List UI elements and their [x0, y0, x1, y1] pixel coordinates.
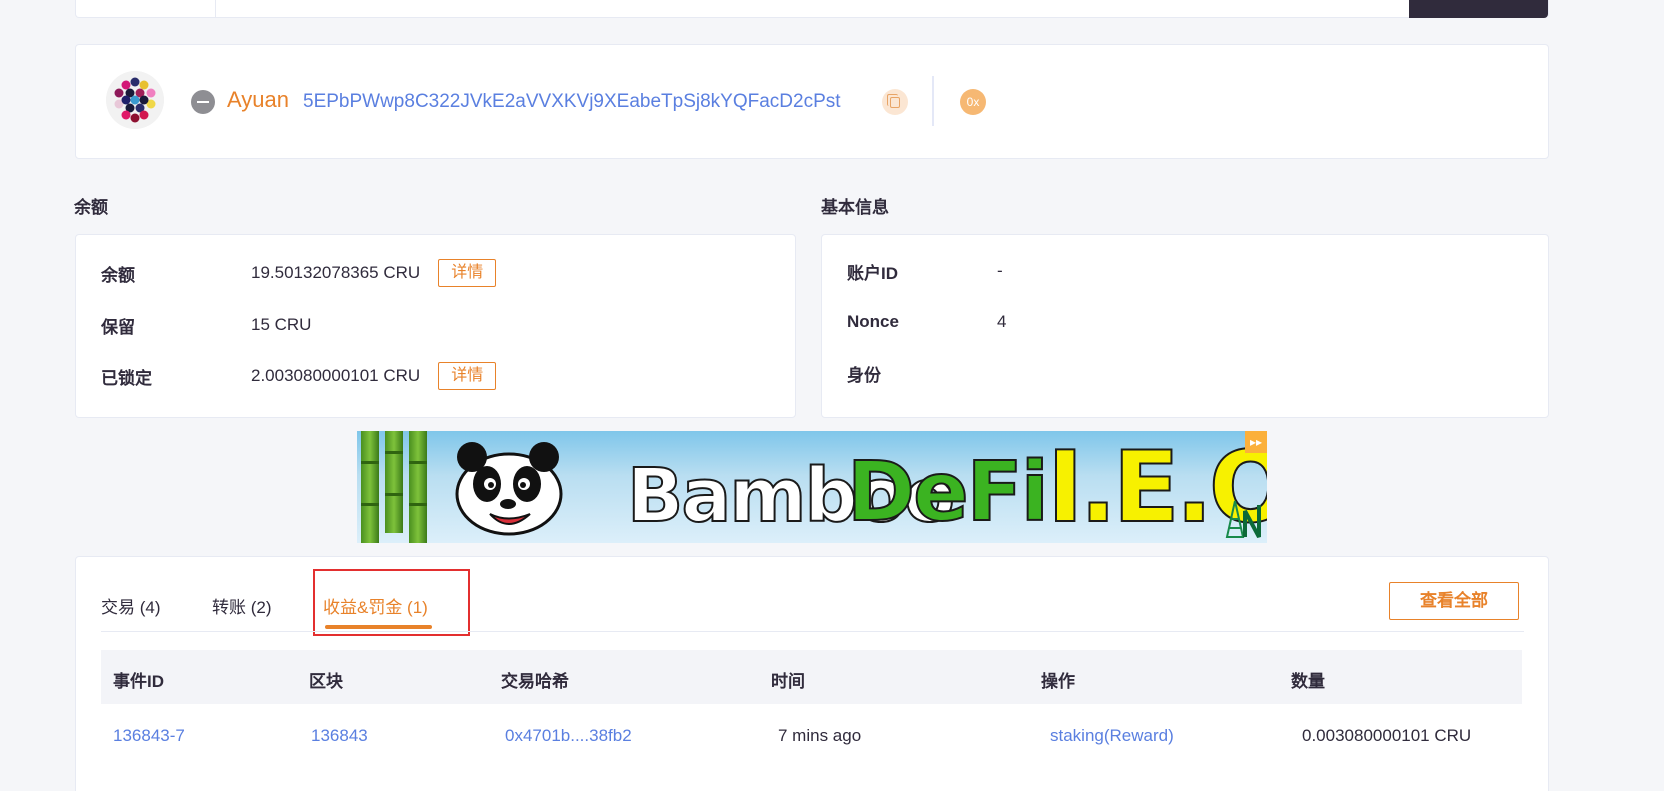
- activity-card: 交易 (4) 转账 (2) 收益&罚金 (1) 查看全部 事件ID 区块 交易哈…: [75, 556, 1549, 791]
- info-row-account-id: 账户ID -: [847, 256, 1003, 286]
- banner-brand-logo-icon: [1225, 500, 1261, 538]
- view-all-button[interactable]: 查看全部: [1389, 582, 1519, 620]
- tx-hash-link[interactable]: 0x4701b....38fb2: [505, 726, 632, 746]
- locked-label: 已锁定: [101, 368, 152, 388]
- tab-transfers[interactable]: 转账 (2): [212, 593, 272, 618]
- bamboo-stalk-decoration: [385, 431, 403, 533]
- info-row-identity: 身份: [847, 358, 997, 388]
- tab-highlight-box: [313, 569, 470, 636]
- locked-detail-button[interactable]: 详情: [438, 362, 497, 390]
- balance-label: 余额: [101, 265, 135, 285]
- balance-row-locked: 已锁定 2.003080000101 CRU 详情: [101, 361, 497, 391]
- copy-address-icon[interactable]: [882, 89, 908, 115]
- column-header-event-id: 事件ID: [113, 672, 164, 691]
- account-id-value: -: [997, 261, 1003, 280]
- balance-row-free: 余额 19.50132078365 CRU 详情: [101, 258, 497, 288]
- column-header-time: 时间: [771, 672, 805, 691]
- basic-info-card: 账户ID - Nonce 4 身份: [821, 234, 1549, 418]
- search-button[interactable]: [1409, 0, 1548, 18]
- divider: [932, 76, 934, 126]
- ad-choices-icon[interactable]: ▸▸: [1245, 431, 1267, 453]
- account-id-label: 账户ID: [847, 263, 898, 283]
- balance-detail-button[interactable]: 详情: [438, 259, 497, 287]
- info-row-nonce: Nonce 4: [847, 307, 1006, 337]
- time-value: 7 mins ago: [778, 726, 862, 745]
- account-avatar-icon: [106, 71, 164, 129]
- search-type-select[interactable]: [76, 0, 216, 17]
- column-header-amount: 数量: [1291, 672, 1325, 691]
- column-header-tx-hash: 交易哈希: [501, 672, 569, 691]
- banner-text-defi: DeFi: [846, 444, 1050, 541]
- block-link[interactable]: 136843: [311, 726, 368, 746]
- hex-public-key-button[interactable]: 0x: [960, 89, 986, 115]
- basic-info-section-title: 基本信息: [821, 198, 889, 217]
- nonce-value: 4: [997, 312, 1007, 331]
- nonce-label: Nonce: [847, 312, 899, 331]
- balance-section-title: 余额: [74, 198, 108, 217]
- balance-card: 余额 19.50132078365 CRU 详情 保留 15 CRU 已锁定 2…: [75, 234, 796, 418]
- search-bar: [75, 0, 1549, 18]
- action-link[interactable]: staking(Reward): [1050, 726, 1174, 746]
- balance-row-reserved: 保留 15 CRU: [101, 310, 311, 340]
- amount-value: 0.003080000101 CRU: [1302, 726, 1472, 745]
- bamboo-stalk-decoration: [361, 431, 379, 543]
- identity-status-icon: [191, 90, 215, 114]
- account-name: Ayuan: [227, 87, 289, 112]
- account-address[interactable]: 5EPbPWwp8C322JVkE2aVVXKVj9XEabeTpSj8kYQF…: [303, 91, 841, 113]
- ad-banner[interactable]: Bamboo DeFi I.E.O ▸▸: [357, 431, 1267, 543]
- table-header: 事件ID 区块 交易哈希 时间 操作 数量: [101, 650, 1522, 704]
- column-header-action: 操作: [1041, 672, 1075, 691]
- panda-mascot-icon: [455, 442, 563, 536]
- bamboo-stalk-decoration: [409, 431, 427, 543]
- identity-label: 身份: [847, 365, 881, 385]
- tab-transactions[interactable]: 交易 (4): [101, 593, 161, 618]
- reserved-label: 保留: [101, 317, 135, 337]
- balance-value: 19.50132078365 CRU: [251, 263, 421, 282]
- locked-value: 2.003080000101 CRU: [251, 366, 421, 385]
- reserved-value: 15 CRU: [251, 315, 312, 334]
- column-header-block: 区块: [309, 672, 343, 691]
- account-card: Ayuan 5EPbPWwp8C322JVkE2aVVXKVj9XEabeTpS…: [75, 44, 1549, 159]
- event-id-link[interactable]: 136843-7: [113, 726, 185, 746]
- tabs-divider: [101, 631, 1524, 632]
